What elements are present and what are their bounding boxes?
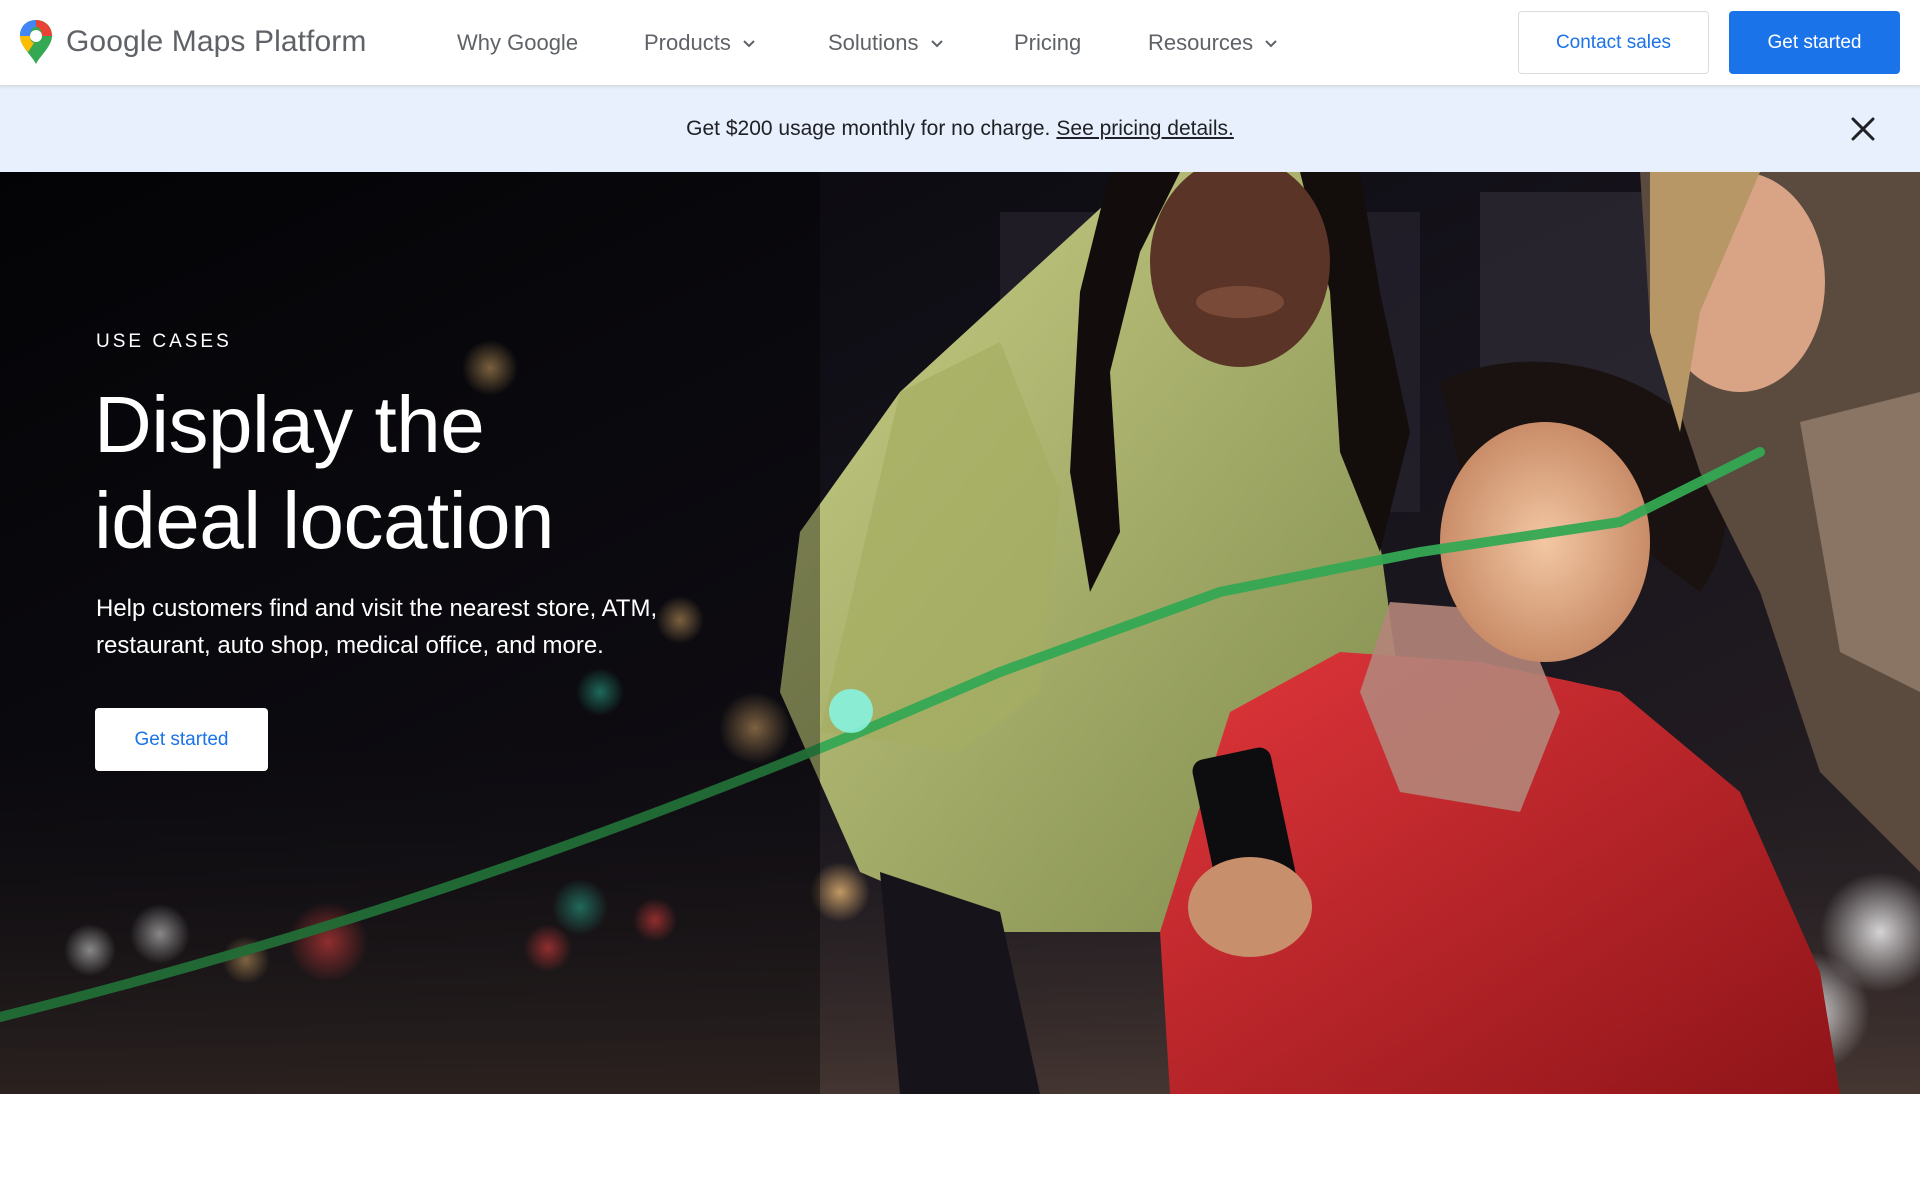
hero-title-line-2: ideal location bbox=[94, 476, 555, 565]
hero-eyebrow: USE CASES bbox=[96, 331, 232, 352]
hero-title-line-1: Display the bbox=[94, 380, 485, 469]
nav-label: Resources bbox=[1148, 30, 1254, 55]
google-maps-pin-icon bbox=[20, 20, 52, 64]
nav-products[interactable]: Products bbox=[644, 0, 757, 86]
chevron-down-icon bbox=[1265, 40, 1277, 48]
nav-label: Why Google bbox=[457, 30, 579, 55]
brand-name: Google Maps Platform bbox=[66, 25, 367, 58]
pricing-details-link[interactable]: See pricing details. bbox=[1056, 117, 1233, 141]
top-navigation-bar: Google Maps Platform Why Google Products… bbox=[0, 0, 1920, 86]
nav-pricing[interactable]: Pricing bbox=[1014, 0, 1081, 86]
nav-solutions[interactable]: Solutions bbox=[828, 0, 945, 86]
nav-why-google[interactable]: Why Google bbox=[457, 0, 578, 86]
nav-label: Pricing bbox=[1014, 30, 1082, 55]
contact-sales-button[interactable]: Contact sales bbox=[1518, 11, 1709, 74]
chevron-down-icon bbox=[930, 40, 943, 48]
brand-link[interactable]: Google Maps Platform bbox=[18, 18, 366, 66]
nav-label: Products bbox=[644, 30, 731, 55]
hero-get-started-button[interactable]: Get started bbox=[95, 708, 268, 771]
hero-description: Help customers find and visit the neares… bbox=[96, 595, 658, 659]
close-icon[interactable] bbox=[1848, 114, 1878, 144]
nav-resources[interactable]: Resources bbox=[1148, 0, 1279, 86]
hero-section: USE CASES Display the ideal location Hel… bbox=[0, 172, 1920, 1094]
hero-title: Display the ideal location bbox=[94, 377, 774, 569]
get-started-button[interactable]: Get started bbox=[1729, 11, 1900, 74]
chevron-down-icon bbox=[743, 40, 755, 48]
promo-text: Get $200 usage monthly for no charge. bbox=[686, 117, 1051, 140]
nav-label: Solutions bbox=[828, 30, 919, 55]
promo-banner: Get $200 usage monthly for no charge. Se… bbox=[0, 86, 1920, 172]
